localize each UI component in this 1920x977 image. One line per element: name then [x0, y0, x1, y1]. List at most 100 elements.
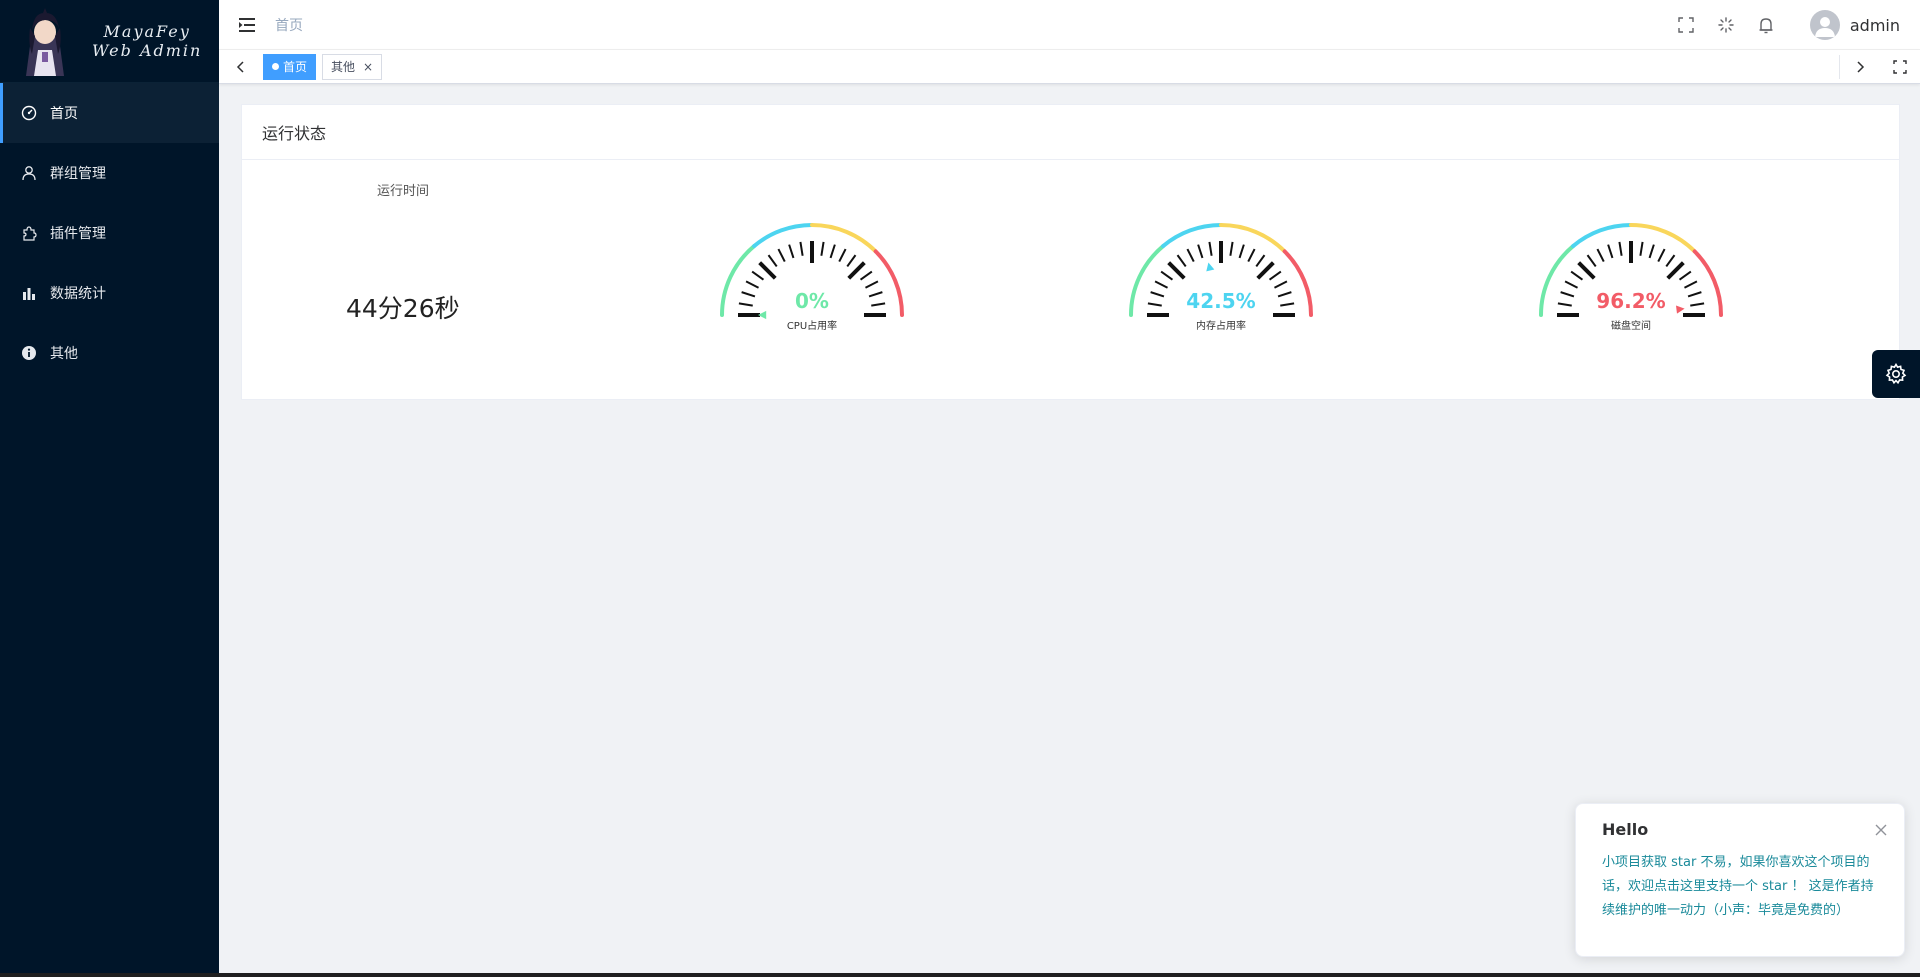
gauge-value: 96.2% [1596, 289, 1666, 313]
disk-gauge: 96.2% 磁盘空间 [1531, 215, 1731, 355]
gauge-tick [1678, 270, 1692, 281]
username: admin [1849, 15, 1900, 35]
breadcrumb[interactable]: 首页 [275, 15, 303, 35]
bottom-bar [0, 973, 1920, 977]
notification-title: Hello [1602, 820, 1649, 839]
gauge-tick [1639, 241, 1644, 256]
logo-text: MayaFey Web Admin [92, 22, 202, 60]
logo[interactable]: MayaFey Web Admin [0, 0, 219, 83]
sidebar-item-label: 群组管理 [50, 166, 106, 182]
gauge-pointer [1206, 262, 1215, 272]
loading-icon[interactable] [1706, 0, 1746, 50]
active-dot [272, 63, 279, 70]
cpu-gauge: 0% CPU占用率 [712, 215, 912, 355]
gauge-tick [1238, 244, 1245, 259]
sidebar-item-other[interactable]: 其他 [0, 323, 219, 383]
gauge-tick [1186, 248, 1195, 262]
logo-subtitle: Web Admin [92, 41, 203, 60]
sidebar-item-label: 首页 [50, 106, 78, 122]
gauge-tick [1268, 270, 1282, 281]
puzzle-icon [20, 224, 38, 242]
bell-icon[interactable] [1746, 0, 1786, 50]
logo-avatar [16, 6, 74, 76]
gauge-tick [1586, 254, 1597, 268]
card-title: 运行状态 [242, 105, 1899, 160]
gauge-tick [829, 244, 836, 259]
gauge-tick [838, 248, 847, 262]
gauge-tick [1160, 270, 1174, 281]
gauge-tick [799, 241, 804, 256]
tags-actions [1839, 50, 1920, 84]
sidebar-item-plugins[interactable]: 插件管理 [0, 203, 219, 263]
gauge-tick [846, 254, 857, 268]
close-icon[interactable]: × [363, 60, 373, 74]
sidebar-item-label: 插件管理 [50, 226, 106, 242]
gauge-label: CPU占用率 [786, 321, 838, 332]
runtime-label: 运行时间 [377, 184, 430, 199]
notification[interactable]: Hello 小项目获取 star 不易，如果你喜欢这个项目的话，欢迎点击这里支持… [1575, 803, 1905, 957]
close-icon[interactable] [1874, 822, 1888, 836]
gauge-tick [1607, 244, 1614, 259]
gauge-tick [847, 261, 866, 280]
gauge-label: 内存占用率 [1196, 321, 1246, 332]
hamburger-icon[interactable] [219, 0, 275, 50]
tag-other[interactable]: 其他 × [322, 53, 383, 80]
notification-body[interactable]: 小项目获取 star 不易，如果你喜欢这个项目的话，欢迎点击这里支持一个 sta… [1602, 851, 1878, 923]
gear-icon [1885, 363, 1907, 385]
gauge-tick [1648, 244, 1655, 259]
gauge-tick [1684, 280, 1698, 289]
status-card: 运行状态 运行时间 44分26秒 0% CPU占用率 42.5% 内存占用率 9… [241, 104, 1900, 400]
gauge-tick [767, 254, 778, 268]
memory-gauge: 42.5% 内存占用率 [1121, 215, 1321, 355]
gauge-tick [1197, 244, 1204, 259]
gauge-tick [1154, 280, 1168, 289]
gauge-tick [1256, 261, 1275, 280]
gauge-tick [1176, 254, 1187, 268]
gauge-value: 42.5% [1186, 289, 1256, 313]
header-actions: admin [1666, 0, 1920, 50]
gauge-tick [865, 280, 879, 289]
sidebar-item-label: 数据统计 [50, 286, 106, 302]
sidebar-item-groups[interactable]: 群组管理 [0, 143, 219, 203]
gauge-tick [745, 280, 759, 289]
gauge-tick [758, 261, 777, 280]
scroll-left-icon[interactable] [219, 50, 263, 84]
logo-title: MayaFey [103, 22, 191, 41]
gauge-tick [1274, 280, 1288, 289]
gauge-tick [1665, 254, 1676, 268]
gauge-tick [820, 241, 825, 256]
tag-label: 其他 [331, 60, 356, 74]
settings-button[interactable] [1872, 350, 1920, 398]
tag-home[interactable]: 首页 [263, 53, 317, 80]
tags-view: 首页 其他 × [219, 50, 1920, 84]
top-header: 首页 admin [219, 0, 1920, 50]
gauge-tick [1229, 241, 1234, 256]
info-icon [20, 344, 38, 362]
gauge-tick [1577, 261, 1596, 280]
sidebar-item-home[interactable]: 首页 [0, 83, 219, 143]
gauge-tick [788, 244, 795, 259]
user-menu[interactable]: admin [1809, 10, 1900, 40]
gauge-tick [777, 248, 786, 262]
runtime-value: 44分26秒 [346, 294, 460, 323]
sidebar: MayaFey Web Admin 首页 群组管理 插件管理 数据统计 其他 [0, 0, 219, 977]
bar-chart-icon [20, 284, 38, 302]
gauge-tick [1657, 248, 1666, 262]
gauge-value: 0% [795, 289, 829, 313]
gauge-label: 磁盘空间 [1611, 321, 1651, 332]
gauge-tick [1618, 241, 1623, 256]
gauge-tick [751, 270, 765, 281]
gauge-tick [1596, 248, 1605, 262]
gauge-tick [1247, 248, 1256, 262]
gauge-tick [1666, 261, 1685, 280]
gauge-tick [1255, 254, 1266, 268]
avatar [1809, 10, 1840, 40]
gauge-tick [1564, 280, 1578, 289]
expand-icon[interactable] [1880, 50, 1920, 84]
sidebar-menu: 首页 群组管理 插件管理 数据统计 其他 [0, 83, 219, 383]
scroll-right-icon[interactable] [1840, 50, 1880, 84]
gauge-tick [1208, 241, 1213, 256]
sidebar-item-stats[interactable]: 数据统计 [0, 263, 219, 323]
fullscreen-icon[interactable] [1666, 0, 1706, 50]
gauge-tick [1570, 270, 1584, 281]
